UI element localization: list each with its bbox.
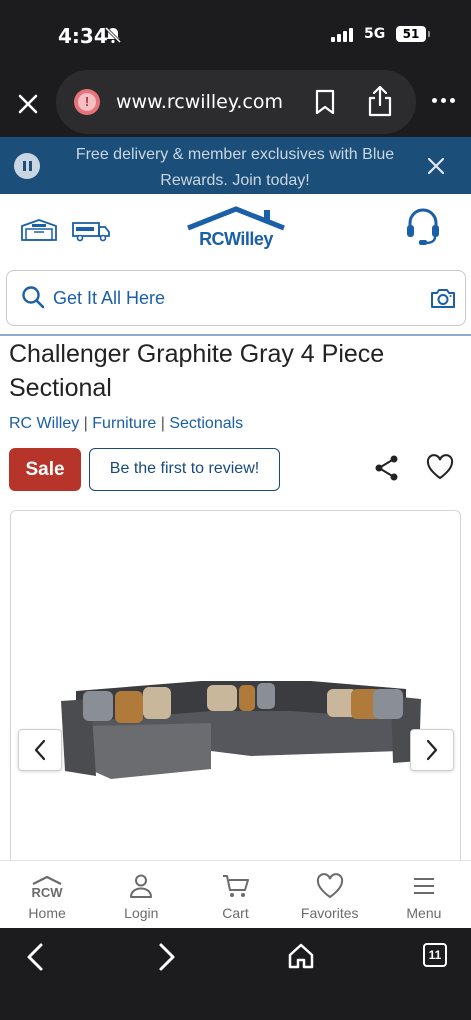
forward-icon[interactable] [156, 942, 178, 977]
share-icon[interactable] [367, 84, 393, 123]
close-banner-icon[interactable] [426, 156, 446, 181]
browser-toolbar: 11 [0, 928, 471, 1020]
back-icon[interactable] [24, 942, 46, 977]
nav-cart[interactable]: Cart [188, 861, 282, 928]
more-options-icon[interactable] [432, 98, 455, 103]
nav-login-label[interactable]: Login [124, 905, 158, 921]
customer-support-icon[interactable] [405, 206, 441, 251]
nav-cart-label[interactable]: Cart [222, 905, 248, 921]
home-icon[interactable] [287, 942, 315, 975]
warning-icon[interactable]: ! [74, 89, 100, 115]
delivery-truck-icon[interactable] [71, 220, 111, 247]
nav-home-label[interactable]: Home [28, 905, 65, 921]
nav-menu-label[interactable]: Menu [406, 905, 441, 921]
heart-icon [316, 871, 344, 901]
search-icon[interactable] [21, 285, 45, 314]
site-content: RCWilley Get It All Here Challenger Grap… [0, 194, 471, 870]
product-title: Challenger Graphite Gray 4 Piece Section… [9, 340, 385, 402]
promo-text[interactable]: Free delivery & member exclusives with B… [60, 142, 410, 194]
share-product-icon[interactable] [373, 454, 401, 487]
network-label: 5G [364, 26, 386, 42]
sale-badge: Sale [9, 448, 81, 491]
chevron-left-icon [34, 739, 46, 761]
cart-icon [222, 871, 250, 901]
gallery-next-button[interactable] [410, 729, 454, 771]
url-text[interactable]: www.rcwilley.com [116, 91, 283, 113]
phone-screen: 4:34 5G 51 ! www.rcwilley.com Free deliv… [0, 0, 471, 1020]
breadcrumb: RC Willey | Furniture | Sectionals [9, 415, 244, 432]
nav-menu[interactable]: Menu [377, 861, 471, 928]
pause-icon[interactable] [14, 153, 40, 179]
camera-icon[interactable] [430, 287, 456, 314]
nav-favorites-label[interactable]: Favorites [301, 905, 359, 921]
breadcrumb-sectionals[interactable]: Sectionals [169, 415, 243, 432]
store-icon[interactable] [20, 218, 58, 247]
breadcrumb-furniture[interactable]: Furniture [92, 415, 156, 432]
logo-text[interactable]: RCWilley [186, 229, 286, 250]
search-input[interactable]: Get It All Here [6, 270, 466, 326]
status-time: 4:34 [58, 24, 108, 48]
favorite-heart-icon[interactable] [426, 454, 454, 485]
nav-home[interactable]: RCW Home [0, 861, 94, 928]
person-icon [129, 871, 153, 901]
signal-icon [331, 28, 353, 42]
nav-login[interactable]: Login [94, 861, 188, 928]
close-icon[interactable] [14, 90, 42, 118]
browser-address-bar: ! www.rcwilley.com [0, 70, 471, 137]
breadcrumb-rc-willey[interactable]: RC Willey [9, 415, 79, 432]
search-placeholder[interactable]: Get It All Here [53, 288, 165, 309]
divider [0, 334, 471, 336]
sectional-sofa-image [61, 681, 421, 779]
promo-banner[interactable]: Free delivery & member exclusives with B… [0, 137, 471, 194]
write-review-button[interactable]: Be the first to review! [89, 448, 280, 491]
chevron-right-icon [426, 739, 438, 761]
gallery-prev-button[interactable] [18, 729, 62, 771]
rc-willey-logo[interactable]: RCWilley [186, 206, 286, 250]
nav-favorites[interactable]: Favorites [283, 861, 377, 928]
hamburger-icon [413, 871, 435, 901]
rcw-home-icon: RCW [30, 871, 64, 901]
rcw-mini-text: RCW [32, 885, 64, 899]
site-bottom-nav: RCW Home Login Cart Favorites Menu [0, 860, 471, 928]
tabs-icon[interactable]: 11 [423, 943, 447, 967]
status-bar: 4:34 5G 51 [0, 0, 471, 70]
url-field[interactable]: ! www.rcwilley.com [56, 70, 416, 134]
product-image-gallery[interactable] [10, 510, 461, 870]
bookmark-icon[interactable] [314, 88, 336, 121]
bell-slash-icon [104, 26, 122, 49]
battery-icon: 51 [396, 26, 430, 42]
